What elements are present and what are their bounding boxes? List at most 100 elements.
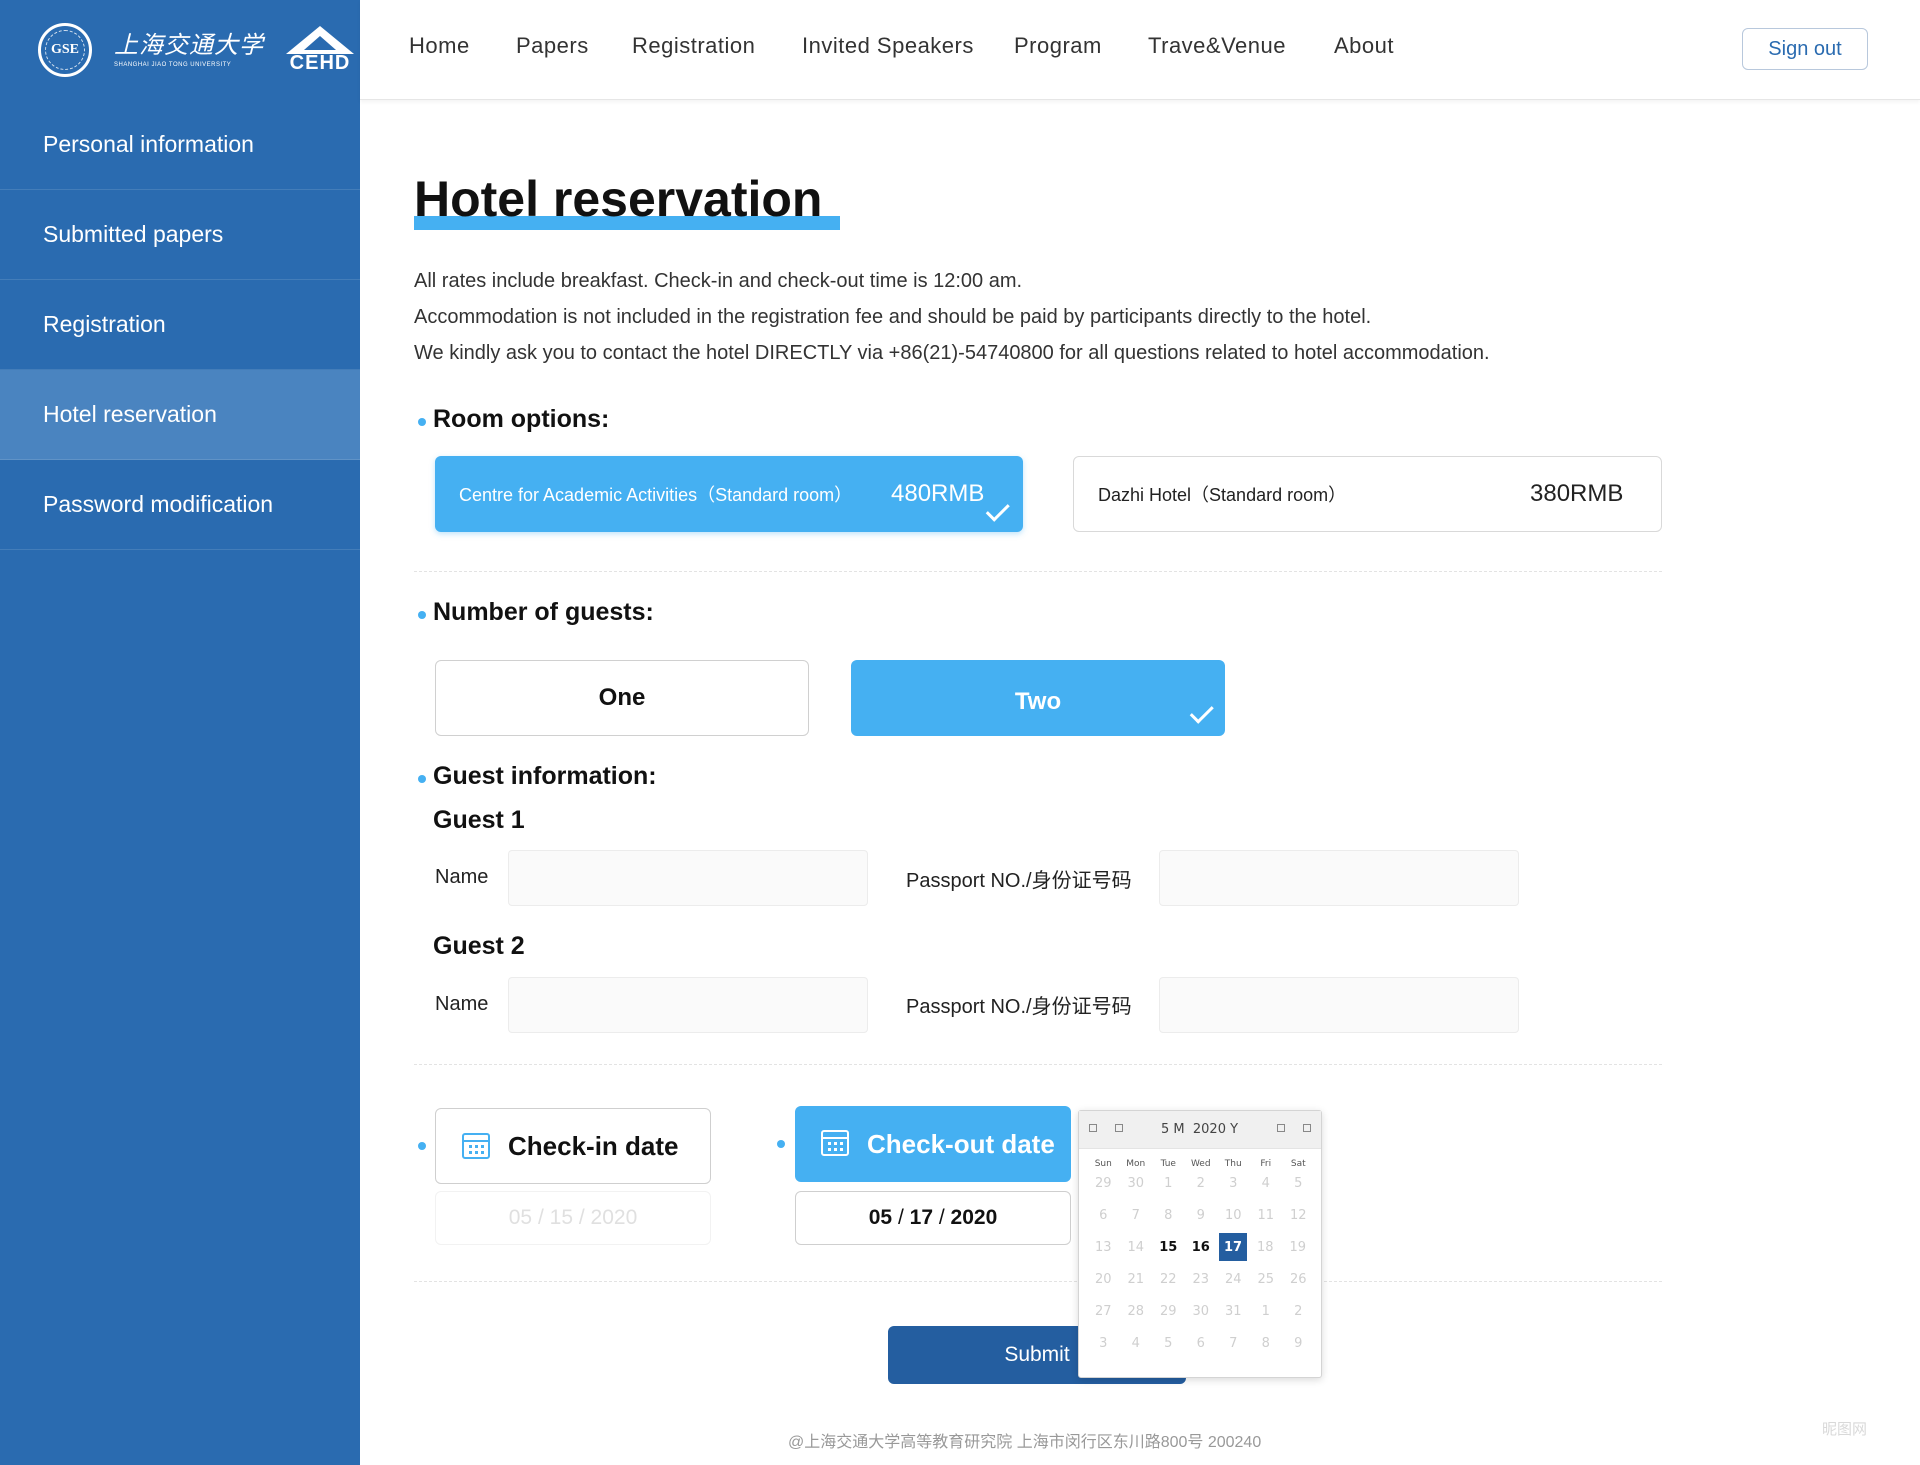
nav-travel-venue[interactable]: Trave&Venue [1148, 33, 1286, 59]
calendar-day[interactable]: 10 [1217, 1208, 1250, 1223]
guest-1-name-input[interactable] [508, 850, 868, 906]
calendar-day[interactable]: 31 [1217, 1304, 1250, 1319]
check-in-date-button[interactable]: Check-in date [435, 1108, 711, 1184]
calendar-grid: 29 30 1 2 3 4 5 6 7 8 9 10 11 12 13 14 15 16 17 18 19 20 21 22 2… [1087, 1167, 1315, 1359]
gse-seal-logo: GSE [38, 23, 92, 77]
sign-out-button[interactable]: Sign out [1742, 28, 1868, 70]
check-out-date-value[interactable]: 05 / 17 / 2020 [795, 1191, 1071, 1245]
nav-invited-speakers[interactable]: Invited Speakers [802, 33, 974, 59]
calendar-week: 6 7 8 9 10 11 12 [1087, 1199, 1315, 1231]
bullet-dot [418, 418, 426, 426]
calendar-day[interactable]: 26 [1282, 1272, 1315, 1287]
sidebar-item-hotel-reservation[interactable]: Hotel reservation [0, 370, 360, 460]
calendar-day[interactable]: 13 [1087, 1240, 1120, 1255]
calendar-day[interactable]: 7 [1120, 1208, 1153, 1223]
guests-two-button[interactable]: Two [851, 660, 1225, 736]
calendar-day[interactable]: 8 [1250, 1336, 1283, 1351]
room-name: Centre for Academic Activities（Standard … [459, 485, 853, 505]
calendar-day[interactable]: 2 [1185, 1176, 1218, 1191]
calendar-day[interactable]: 18 [1249, 1240, 1282, 1255]
bullet-dot [777, 1140, 785, 1148]
room-price: 380RMB [1530, 480, 1624, 507]
calendar-day[interactable]: 11 [1250, 1208, 1283, 1223]
calendar-day[interactable]: 30 [1185, 1304, 1218, 1319]
calendar-day[interactable]: 23 [1185, 1272, 1218, 1287]
divider [414, 1064, 1662, 1065]
nav-registration[interactable]: Registration [632, 33, 755, 59]
calendar-month-year: 5 M 2020 Y [1161, 1122, 1239, 1137]
calendar-day[interactable]: 19 [1282, 1240, 1315, 1255]
calendar-day[interactable]: 8 [1152, 1208, 1185, 1223]
calendar-day[interactable]: 29 [1087, 1176, 1120, 1191]
check-icon [985, 497, 1010, 522]
room-name: Dazhi Hotel（Standard room） [1098, 485, 1347, 505]
calendar-day[interactable]: 17 [1219, 1233, 1247, 1261]
guests-one-button[interactable]: One [435, 660, 809, 736]
calendar-day[interactable]: 30 [1120, 1176, 1153, 1191]
bullet-dot [418, 775, 426, 783]
calendar-day[interactable]: 5 [1152, 1336, 1185, 1351]
calendar-day[interactable]: 24 [1217, 1272, 1250, 1287]
calendar-day[interactable]: 1 [1152, 1176, 1185, 1191]
room-option-dazhi-hotel[interactable]: Dazhi Hotel（Standard room） 380RMB [1073, 456, 1662, 532]
next-month-icon[interactable] [1277, 1124, 1285, 1132]
sidebar-item-password-modification[interactable]: Password modification [0, 460, 360, 550]
check-in-date-value[interactable]: 05 / 15 / 2020 [435, 1191, 711, 1245]
guest-2-passport-input[interactable] [1159, 977, 1519, 1033]
prev-month-icon[interactable] [1115, 1124, 1123, 1132]
calendar-day[interactable]: 4 [1120, 1336, 1153, 1351]
calendar-day[interactable]: 21 [1120, 1272, 1153, 1287]
calendar-day[interactable]: 15 [1152, 1240, 1185, 1255]
calendar-day[interactable]: 22 [1152, 1272, 1185, 1287]
calendar-day[interactable]: 27 [1087, 1304, 1120, 1319]
calendar-week: 27 28 29 30 31 1 2 [1087, 1295, 1315, 1327]
calendar-week: 3456789 [1087, 1327, 1315, 1359]
calendar-day[interactable]: 28 [1120, 1304, 1153, 1319]
calendar-day[interactable]: 5 [1282, 1176, 1315, 1191]
calendar-day[interactable]: 29 [1152, 1304, 1185, 1319]
calendar-day[interactable]: 16 [1185, 1240, 1218, 1255]
sidebar-item-personal-information[interactable]: Personal information [0, 100, 360, 190]
date-picker-popup[interactable]: 5 M 2020 Y Sun Mon Tue Wed Thu Fri Sat 2… [1078, 1110, 1322, 1378]
check-out-date-button[interactable]: Check-out date [795, 1106, 1071, 1182]
calendar-day[interactable]: 3 [1087, 1336, 1120, 1351]
sjtu-logo: 上海交通大学 SHANGHAI JIAO TONG UNIVERSITY [114, 33, 264, 68]
university-name-en: SHANGHAI JIAO TONG UNIVERSITY [114, 61, 232, 68]
watermark: 昵图网 [1822, 1421, 1868, 1438]
calendar-day[interactable]: 14 [1120, 1240, 1153, 1255]
calendar-icon [821, 1130, 849, 1156]
calendar-day[interactable]: 9 [1282, 1336, 1315, 1351]
calendar-day[interactable]: 3 [1217, 1176, 1250, 1191]
calendar-day[interactable]: 6 [1185, 1336, 1218, 1351]
calendar-day[interactable]: 4 [1250, 1176, 1283, 1191]
calendar-day[interactable]: 1 [1250, 1304, 1283, 1319]
calendar-day[interactable]: 7 [1217, 1336, 1250, 1351]
sidebar-item-registration[interactable]: Registration [0, 280, 360, 370]
logo-area: GSE 上海交通大学 SHANGHAI JIAO TONG UNIVERSITY… [0, 0, 360, 100]
calendar-week: 20 21 22 23 24 25 26 [1087, 1263, 1315, 1295]
intro-line-2: Accommodation is not included in the reg… [414, 306, 1372, 328]
room-option-academic-centre[interactable]: Centre for Academic Activities（Standard … [435, 456, 1023, 532]
guest-2-name-label: Name [435, 993, 489, 1015]
nav-about[interactable]: About [1334, 33, 1394, 59]
intro-line-1: All rates include breakfast. Check-in an… [414, 270, 1023, 292]
next-year-icon[interactable] [1303, 1124, 1311, 1132]
guest-2-name-input[interactable] [508, 977, 868, 1033]
nav-program[interactable]: Program [1014, 33, 1102, 59]
sidebar-item-submitted-papers[interactable]: Submitted papers [0, 190, 360, 280]
calendar-day[interactable]: 2 [1282, 1304, 1315, 1319]
nav-papers[interactable]: Papers [516, 33, 589, 59]
divider [414, 1281, 1662, 1282]
calendar-day[interactable]: 9 [1185, 1208, 1218, 1223]
prev-year-icon[interactable] [1089, 1124, 1097, 1132]
calendar-day[interactable]: 25 [1250, 1272, 1283, 1287]
guest-1-passport-input[interactable] [1159, 850, 1519, 906]
calendar-day[interactable]: 20 [1087, 1272, 1120, 1287]
calendar-day[interactable]: 6 [1087, 1208, 1120, 1223]
nav-home[interactable]: Home [409, 33, 470, 59]
guest-1-passport-label: Passport NO./身份证号码 [906, 870, 1132, 892]
page-title: Hotel reservation [414, 171, 823, 227]
calendar-day[interactable]: 12 [1282, 1208, 1315, 1223]
footer: @上海交通大学高等教育研究院 上海市闵行区东川路800号 200240 [788, 1434, 1262, 1451]
calendar-icon [462, 1133, 490, 1159]
